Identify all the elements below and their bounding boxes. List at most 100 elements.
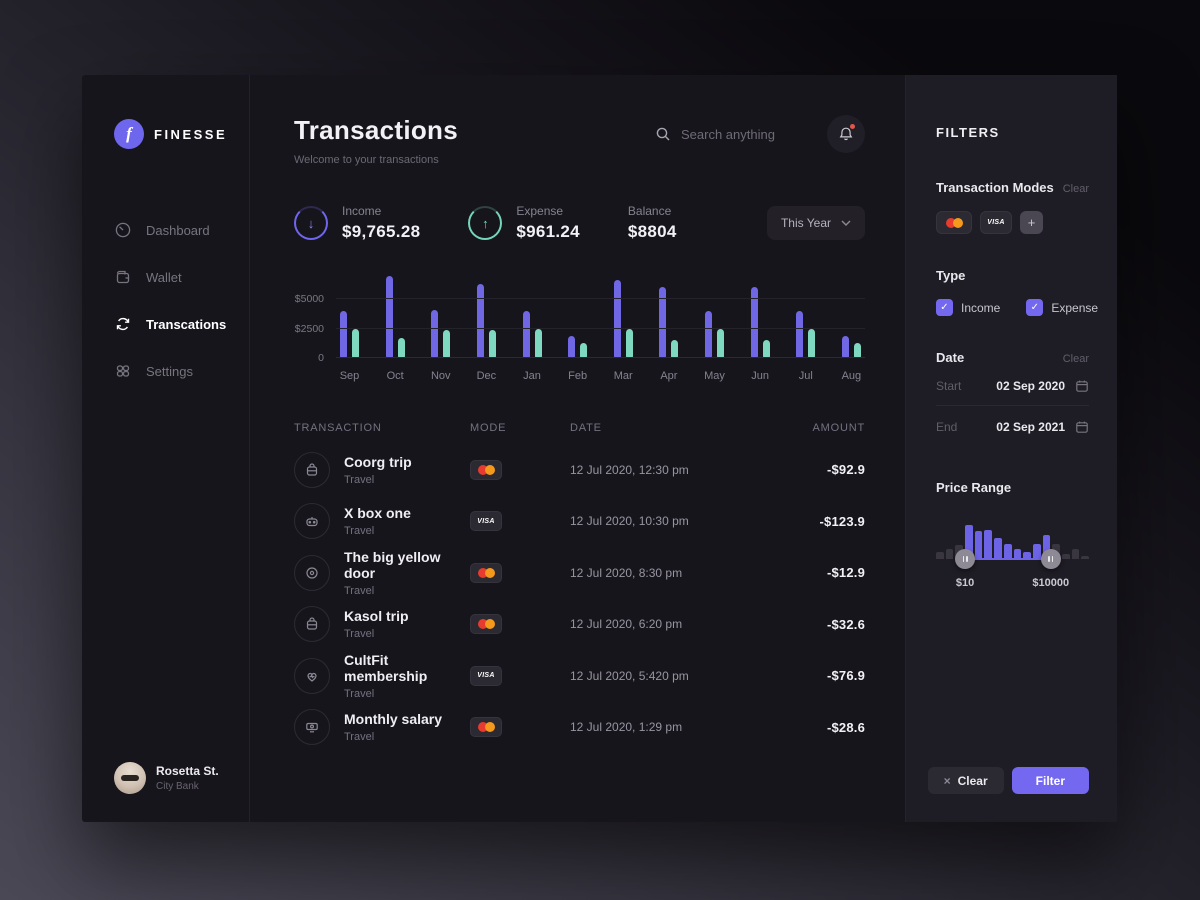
expense-bar bbox=[717, 329, 724, 358]
expense-bar bbox=[763, 340, 770, 358]
chart-bar-group: Jul bbox=[796, 276, 815, 358]
transaction-category: Travel bbox=[344, 688, 470, 700]
filters-panel: FILTERS Transaction Modes Clear VISA + T… bbox=[905, 75, 1117, 822]
transaction-category: Travel bbox=[344, 525, 411, 537]
calendar-icon[interactable] bbox=[1075, 379, 1089, 393]
expense-bar bbox=[398, 338, 405, 358]
checkbox-checked-icon: ✓ bbox=[1026, 299, 1043, 316]
visa-chip[interactable]: VISA bbox=[980, 211, 1012, 234]
stat-expense: ↑ Expense $961.24 bbox=[468, 204, 580, 242]
dashboard-icon bbox=[114, 221, 132, 239]
settings-icon bbox=[114, 362, 132, 380]
add-mode-button[interactable]: + bbox=[1020, 211, 1043, 234]
gridline bbox=[336, 298, 865, 299]
expense-checkbox[interactable]: ✓ Expense bbox=[1026, 299, 1098, 316]
chevron-down-icon bbox=[841, 220, 851, 226]
transaction-category: Travel bbox=[344, 731, 442, 743]
income-bar bbox=[523, 311, 530, 358]
histogram-bar bbox=[984, 530, 992, 559]
table-row[interactable]: Coorg trip Travel 12 Jul 2020, 12:30 pm … bbox=[294, 444, 865, 496]
income-bar bbox=[796, 311, 803, 358]
x-tick-label: Dec bbox=[477, 370, 497, 382]
expense-bar bbox=[626, 329, 633, 358]
page-title: Transactions bbox=[294, 115, 458, 146]
chart-bar-group: Apr bbox=[659, 276, 678, 358]
table-row[interactable]: Kasol trip Travel 12 Jul 2020, 6:20 pm -… bbox=[294, 599, 865, 651]
period-dropdown[interactable]: This Year bbox=[767, 206, 865, 240]
filter-button-label: Filter bbox=[1036, 774, 1065, 788]
user-profile[interactable]: Rosetta St. City Bank bbox=[114, 762, 249, 794]
checkbox-label: Expense bbox=[1051, 301, 1098, 315]
expense-bar bbox=[443, 330, 450, 358]
checkbox-checked-icon: ✓ bbox=[936, 299, 953, 316]
range-handle-max[interactable] bbox=[1041, 549, 1061, 569]
transaction-date: 12 Jul 2020, 10:30 pm bbox=[570, 514, 775, 528]
price-range-title: Price Range bbox=[936, 480, 1011, 495]
transactions-table: TRANSACTION MODE DATE AMOUNT Coorg trip … bbox=[294, 422, 865, 753]
table-row[interactable]: Monthly salary Travel 12 Jul 2020, 1:29 … bbox=[294, 702, 865, 754]
finesse-logo-icon: f bbox=[114, 119, 144, 149]
sidebar-item-settings[interactable]: Settings bbox=[114, 352, 249, 390]
transaction-date: 12 Jul 2020, 6:20 pm bbox=[570, 617, 775, 631]
income-checkbox[interactable]: ✓ Income bbox=[936, 299, 1000, 316]
sidebar-item-wallet[interactable]: Wallet bbox=[114, 258, 249, 296]
range-min-label: $10 bbox=[956, 577, 974, 589]
sidebar-item-dashboard[interactable]: Dashboard bbox=[114, 211, 249, 249]
chart-bar-group: Jan bbox=[523, 276, 542, 358]
clear-filters-button[interactable]: × Clear bbox=[928, 767, 1004, 794]
search-input[interactable] bbox=[681, 127, 811, 142]
start-date-row[interactable]: Start 02 Sep 2020 bbox=[936, 379, 1089, 406]
x-tick-label: Apr bbox=[660, 370, 677, 382]
date-clear-link[interactable]: Clear bbox=[1063, 353, 1089, 365]
income-bar bbox=[614, 280, 621, 358]
chart-bar-group: Sep bbox=[340, 276, 359, 358]
date-section-title: Date bbox=[936, 350, 964, 365]
close-icon: × bbox=[944, 774, 951, 788]
transaction-category: Travel bbox=[344, 628, 409, 640]
transaction-date: 12 Jul 2020, 1:29 pm bbox=[570, 720, 775, 734]
calendar-icon[interactable] bbox=[1075, 420, 1089, 434]
period-label: This Year bbox=[781, 216, 831, 230]
end-label: End bbox=[936, 420, 957, 434]
income-bar bbox=[568, 336, 575, 358]
search-icon bbox=[655, 126, 671, 142]
modes-clear-link[interactable]: Clear bbox=[1063, 183, 1089, 195]
range-track bbox=[965, 558, 1051, 560]
gamepad-icon bbox=[294, 503, 330, 539]
expense-bar bbox=[854, 343, 861, 358]
filters-title: FILTERS bbox=[936, 125, 1089, 140]
table-row[interactable]: X box one Travel VISA 12 Jul 2020, 10:30… bbox=[294, 496, 865, 548]
range-max-label: $10000 bbox=[1032, 577, 1069, 589]
income-bar bbox=[477, 284, 484, 358]
chart-bar-group: May bbox=[705, 276, 724, 358]
end-date-row[interactable]: End 02 Sep 2021 bbox=[936, 420, 1089, 446]
gridline bbox=[336, 328, 865, 329]
profile-bank: City Bank bbox=[156, 781, 219, 792]
brand-logo: f FINESSE bbox=[114, 119, 249, 149]
expense-bar bbox=[352, 329, 359, 358]
mastercard-badge bbox=[470, 460, 502, 480]
modes-section-title: Transaction Modes bbox=[936, 180, 1054, 195]
chart-bar-group: Aug bbox=[842, 276, 861, 358]
transaction-amount: -$92.9 bbox=[775, 462, 865, 477]
apply-filter-button[interactable]: Filter bbox=[1012, 767, 1089, 794]
range-handle-min[interactable] bbox=[955, 549, 975, 569]
table-row[interactable]: The big yellow door Travel 12 Jul 2020, … bbox=[294, 547, 865, 599]
backpack-icon bbox=[294, 452, 330, 488]
expense-arrow-icon: ↑ bbox=[468, 206, 502, 240]
type-section-title: Type bbox=[936, 268, 965, 283]
table-header: TRANSACTION MODE DATE AMOUNT bbox=[294, 422, 865, 434]
transaction-title: X box one bbox=[344, 505, 411, 521]
histogram-bar bbox=[975, 531, 983, 559]
transaction-category: Travel bbox=[344, 474, 412, 486]
search-bar bbox=[655, 126, 811, 142]
notifications-button[interactable] bbox=[827, 115, 865, 153]
expense-bar bbox=[489, 330, 496, 358]
mastercard-chip[interactable] bbox=[936, 211, 972, 234]
notification-dot bbox=[850, 124, 855, 129]
x-tick-label: May bbox=[704, 370, 725, 382]
end-date-value: 02 Sep 2021 bbox=[996, 420, 1065, 434]
gridline bbox=[336, 357, 865, 358]
sidebar-item-transactions[interactable]: Transcations bbox=[114, 305, 249, 343]
table-row[interactable]: CultFit membership Travel VISA 12 Jul 20… bbox=[294, 650, 865, 702]
